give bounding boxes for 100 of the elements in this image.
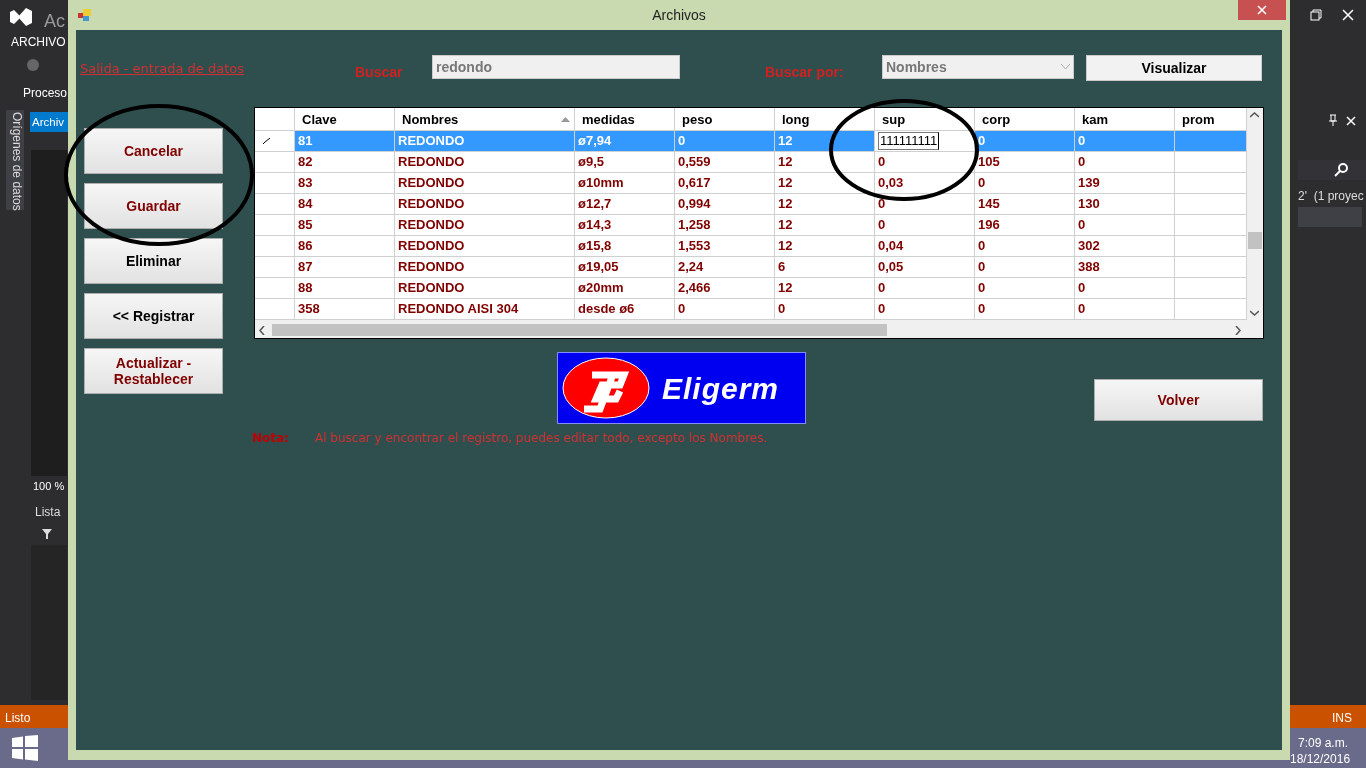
table-row[interactable]: 87 REDONDO ø19,05 2,24 6 0,05 0 388 [255, 257, 1247, 278]
side-button[interactable]: Eliminar [84, 238, 223, 284]
table-cell: 2,24 [675, 257, 775, 277]
scroll-left-icon[interactable] [259, 326, 265, 335]
table-cell: 0,559 [675, 152, 775, 172]
back-button[interactable]: Volver [1094, 379, 1263, 421]
column-header[interactable]: sup [875, 108, 975, 130]
table-cell: 0,617 [675, 173, 775, 193]
table-cell: 2,466 [675, 278, 775, 298]
table-cell: 12 [775, 152, 875, 172]
scroll-down-icon[interactable] [1250, 310, 1259, 316]
clock-date: 18/12/2016 [1290, 751, 1351, 768]
document-tab[interactable]: Archiv [30, 112, 68, 132]
table-cell: 0 [975, 299, 1075, 319]
column-header[interactable]: long [775, 108, 875, 130]
close-icon [1257, 5, 1267, 15]
side-button[interactable]: << Registrar [84, 293, 223, 339]
side-button[interactable]: Actualizar - Restablecer [84, 348, 223, 394]
table-row[interactable]: 84 REDONDO ø12,7 0,994 12 0 145 130 [255, 194, 1247, 215]
scroll-thumb[interactable] [272, 324, 887, 336]
table-cell: 196 [975, 215, 1075, 235]
table-cell: 1,553 [675, 236, 775, 256]
table-cell: ø9,5 [575, 152, 675, 172]
column-header[interactable]: peso [675, 108, 775, 130]
table-cell: 83 [295, 173, 395, 193]
table-cell: 6 [775, 257, 875, 277]
search-box[interactable] [1298, 160, 1366, 180]
table-cell: 0 [775, 299, 875, 319]
search-icon[interactable] [1334, 163, 1348, 177]
column-header[interactable]: kam [1075, 108, 1175, 130]
toolbar-label: Proceso [23, 85, 68, 102]
restore-icon[interactable] [1310, 9, 1322, 21]
clock-time: 7:09 a.m. [1298, 735, 1349, 752]
table-cell: 145 [975, 194, 1075, 214]
table-row[interactable]: 81 REDONDO ø7,94 0 12 111111111 0 0 [255, 131, 1247, 152]
table-cell: 0 [875, 278, 975, 298]
visualize-button[interactable]: Visualizar [1086, 55, 1262, 81]
close-icon[interactable] [1346, 116, 1356, 126]
table-cell: 302 [1075, 236, 1175, 256]
scroll-up-icon[interactable] [1250, 112, 1259, 118]
side-button[interactable]: Cancelar [84, 128, 223, 174]
table-row[interactable]: 83 REDONDO ø10mm 0,617 12 0,03 0 139 [255, 173, 1247, 194]
zoom-level[interactable]: 100 % [33, 478, 65, 495]
table-cell: 12 [775, 278, 875, 298]
column-header[interactable]: Clave [295, 108, 395, 130]
chevron-down-icon [1061, 64, 1070, 70]
table-row[interactable]: 86 REDONDO ø15,8 1,553 12 0,04 0 302 [255, 236, 1247, 257]
pin-icon[interactable] [1328, 114, 1338, 126]
table-row[interactable]: 358 REDONDO AISI 304 desde ø6 0 0 0 0 0 [255, 299, 1247, 320]
close-icon[interactable] [1342, 9, 1354, 21]
column-header[interactable]: Nombres [395, 108, 575, 130]
solution-text: 2' (1 proyec [1298, 188, 1364, 205]
table-cell: REDONDO [395, 278, 575, 298]
table-cell: 87 [295, 257, 395, 277]
table-row[interactable]: 85 REDONDO ø14,3 1,258 12 0 196 0 [255, 215, 1247, 236]
status-text: INS [1332, 710, 1352, 727]
menu-item[interactable]: ARCHIVO [11, 33, 66, 51]
column-header[interactable]: medidas [575, 108, 675, 130]
scroll-right-icon[interactable] [1235, 326, 1241, 335]
table-cell: ø7,94 [575, 131, 675, 151]
table-cell: 0 [1075, 278, 1175, 298]
table-row[interactable]: 82 REDONDO ø9,5 0,559 12 0 105 0 [255, 152, 1247, 173]
table-row[interactable]: 88 REDONDO ø20mm 2,466 12 0 0 0 [255, 278, 1247, 299]
table-cell: 0 [1075, 299, 1175, 319]
table-cell: ø14,3 [575, 215, 675, 235]
table-cell: 0 [975, 236, 1075, 256]
column-header[interactable]: corp [975, 108, 1075, 130]
side-button[interactable]: Guardar [84, 183, 223, 229]
search-by-label: Buscar por: [765, 63, 845, 82]
table-cell: ø15,8 [575, 236, 675, 256]
table-cell: 12 [775, 173, 875, 193]
side-tab[interactable]: Orígenes de datos [8, 112, 26, 211]
search-field[interactable]: redondo [432, 55, 680, 79]
search-label: Buscar [355, 63, 404, 82]
search-by-dropdown[interactable]: Nombres [882, 55, 1074, 79]
table-cell: 84 [295, 194, 395, 214]
table-cell: 0 [1075, 215, 1175, 235]
table-cell: ø20mm [575, 278, 675, 298]
table-cell: 0 [875, 299, 975, 319]
table-cell: 388 [1075, 257, 1175, 277]
logo-emblem-icon [562, 357, 650, 419]
table-cell: REDONDO AISI 304 [395, 299, 575, 319]
table-cell: 0,03 [875, 173, 975, 193]
close-button[interactable] [1238, 0, 1286, 20]
table-cell: 139 [1075, 173, 1175, 193]
pencil-icon [263, 138, 271, 144]
table-cell: 1,258 [675, 215, 775, 235]
table-cell: REDONDO [395, 236, 575, 256]
table-cell: REDONDO [395, 131, 575, 151]
table-cell: 358 [295, 299, 395, 319]
filter-icon[interactable] [42, 529, 52, 539]
app-logo-icon [10, 8, 32, 26]
table-cell: 12 [775, 236, 875, 256]
cell-editor[interactable]: 111111111 [878, 132, 940, 150]
scroll-thumb[interactable] [1248, 232, 1262, 249]
table-cell: ø12,7 [575, 194, 675, 214]
table-cell: 0 [875, 215, 975, 235]
table-cell: 0,05 [875, 257, 975, 277]
windows-start-icon[interactable] [12, 735, 38, 761]
table-cell: ø10mm [575, 173, 675, 193]
